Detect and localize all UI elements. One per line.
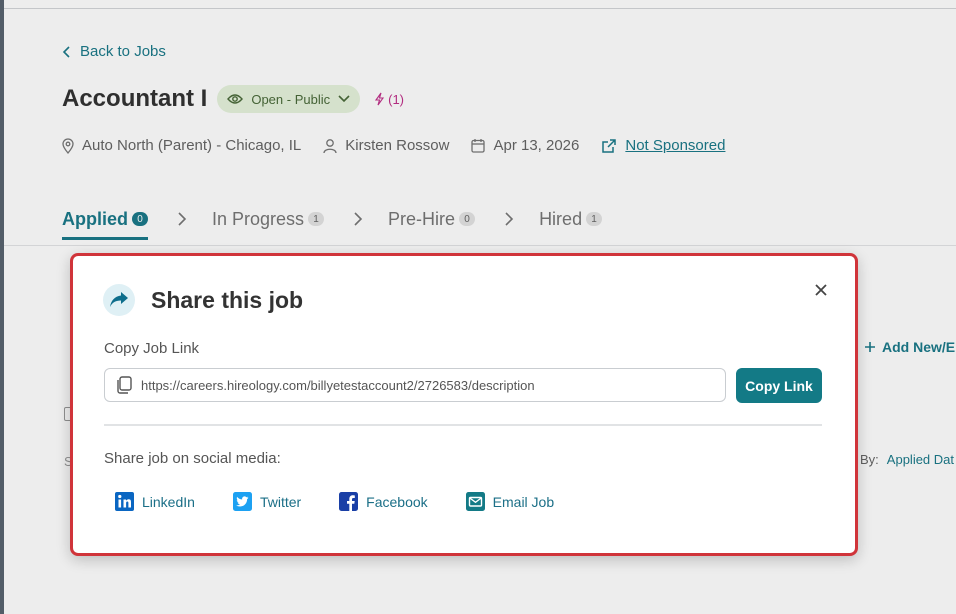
email-job-button[interactable]: Email Job xyxy=(465,492,555,511)
facebook-icon xyxy=(339,492,359,511)
social-share-label: Share job on social media: xyxy=(104,450,281,467)
close-icon[interactable] xyxy=(813,282,829,298)
copy-icon[interactable] xyxy=(115,376,133,394)
facebook-label: Facebook xyxy=(366,493,428,510)
social-share-row: LinkedIn Twitter Facebook Email Job xyxy=(115,492,592,511)
twitter-label: Twitter xyxy=(259,493,302,510)
modal-title: Share this job xyxy=(151,286,304,313)
facebook-share-button[interactable]: Facebook xyxy=(339,492,428,511)
copy-link-button[interactable]: Copy Link xyxy=(736,368,822,403)
linkedin-label: LinkedIn xyxy=(142,493,195,510)
job-link-input[interactable] xyxy=(139,376,713,394)
job-link-field[interactable] xyxy=(104,368,726,402)
twitter-icon xyxy=(232,492,252,511)
linkedin-share-button[interactable]: LinkedIn xyxy=(115,492,195,511)
share-arrow-icon xyxy=(103,284,135,316)
modal-header: Share this job xyxy=(103,284,303,316)
linkedin-icon xyxy=(115,492,134,511)
email-label: Email Job xyxy=(492,493,555,510)
twitter-share-button[interactable]: Twitter xyxy=(232,492,302,511)
email-icon xyxy=(465,492,485,511)
copy-link-label: Copy Job Link xyxy=(104,340,200,357)
share-job-modal: Share this job Copy Job Link Copy Link S… xyxy=(70,253,858,556)
modal-divider xyxy=(104,424,822,426)
